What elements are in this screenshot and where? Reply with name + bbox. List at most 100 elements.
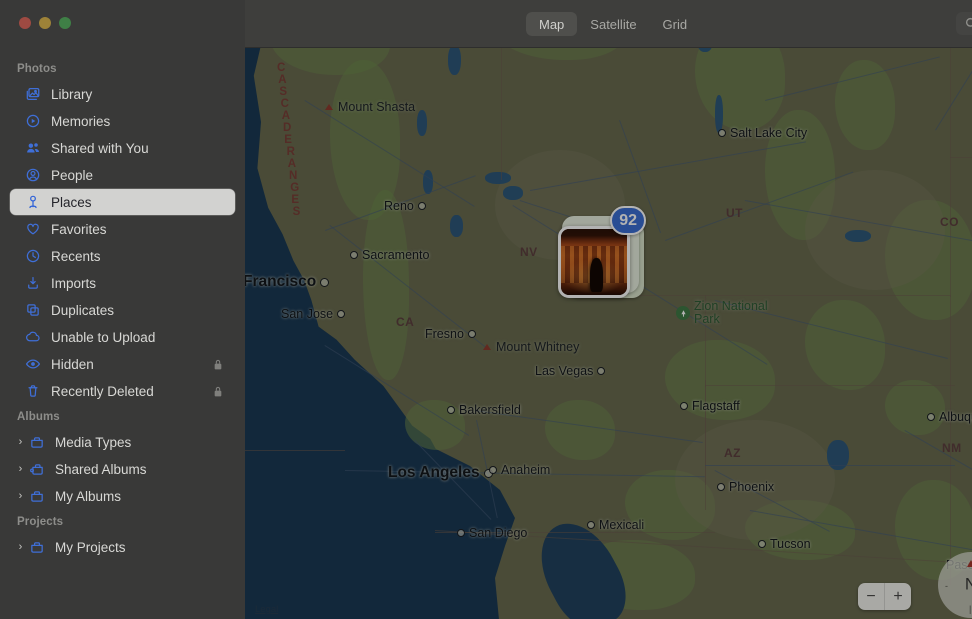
map-peak-label: Mount Shasta (325, 100, 415, 114)
map-state-abbr: NM (942, 441, 962, 455)
map-state-abbr: CO (940, 215, 959, 229)
map-canvas[interactable]: CASCADE RANGES Mount Shasta Salt Lake Cit… (245, 0, 972, 619)
sidebar: Photos Library Memories Shared with You Peop… (0, 0, 245, 619)
map-city-label: Salt Lake City (718, 126, 807, 140)
map-city-label: Reno (384, 199, 426, 213)
photos-app-window: Photos Library Memories Shared with You Peop… (0, 0, 972, 619)
terrain-forest (835, 60, 895, 150)
chevron-right-icon[interactable]: › (15, 463, 26, 475)
map-city-label: Sacramento (350, 248, 429, 262)
sidebar-item-label: Recents (51, 248, 101, 264)
peak-marker-icon (483, 344, 491, 350)
sidebar-item-label: Favorites (51, 221, 107, 237)
heart-icon (24, 220, 42, 238)
map-lake (845, 230, 871, 242)
map-view-tab-grid[interactable]: Grid (650, 12, 701, 36)
folder-icon (28, 538, 46, 556)
map-city-label: Phoenix (717, 480, 774, 494)
sidebar-item-unable-to-upload[interactable]: Unable to Upload (10, 324, 235, 350)
eye-slash-icon (24, 355, 42, 373)
peak-marker-icon (325, 104, 333, 110)
close-button[interactable] (19, 17, 31, 29)
photo-cluster-marker[interactable]: 92 (558, 206, 646, 298)
city-dot (320, 277, 330, 287)
cluster-photo-image (561, 229, 627, 295)
mountain-range-label: CASCADE RANGES (277, 62, 302, 218)
sidebar-item-people[interactable]: People (10, 162, 235, 188)
cluster-photo-thumbnail[interactable] (558, 226, 630, 298)
sidebar-item-favorites[interactable]: Favorites (10, 216, 235, 242)
sidebar-item-label: Library (51, 86, 93, 102)
person-circle-icon (24, 166, 42, 184)
import-arrow-icon (24, 274, 42, 292)
shared-people-icon (24, 139, 42, 157)
map-city-label: San Diego (457, 526, 527, 540)
sidebar-item-label: Unable to Upload (51, 329, 156, 345)
zoom-in-button[interactable]: + (885, 583, 911, 610)
zoom-button[interactable] (59, 17, 71, 29)
map-compass[interactable]: - - | N (938, 552, 972, 618)
map-view-tab-satellite[interactable]: Satellite (577, 12, 649, 36)
state-border (245, 450, 345, 451)
sidebar-item-recently-deleted[interactable]: Recently Deleted (10, 378, 235, 404)
chevron-right-icon[interactable]: › (15, 541, 26, 553)
city-dot (717, 483, 725, 491)
city-dot (350, 251, 358, 259)
sidebar-item-imports[interactable]: Imports (10, 270, 235, 296)
sidebar-item-label: Shared with You (51, 140, 149, 156)
sidebar-item-recents[interactable]: Recents (10, 243, 235, 269)
sidebar-item-duplicates[interactable]: Duplicates (10, 297, 235, 323)
legal-link[interactable]: Legal (255, 604, 278, 615)
map-city-label: San Jose (281, 307, 346, 321)
sidebar-item-hidden[interactable]: Hidden (10, 351, 235, 377)
map-state-abbr: NV (520, 245, 538, 259)
state-border (950, 157, 972, 158)
sidebar-item-shared-with-you[interactable]: Shared with You (10, 135, 235, 161)
folder-icon (28, 433, 46, 451)
search-field[interactable]: Search (956, 12, 972, 35)
city-dot (457, 529, 465, 537)
photos-library-icon (24, 85, 42, 103)
duplicates-icon (24, 301, 42, 319)
window-traffic-lights[interactable] (19, 17, 71, 29)
zoom-out-button[interactable]: − (858, 583, 884, 610)
map-city-label: Bakersfield (447, 403, 521, 417)
map-zoom-controls[interactable]: − + (858, 583, 911, 610)
map-lake (448, 45, 461, 75)
map-state-abbr: AZ (724, 446, 741, 460)
map-view-tab-map[interactable]: Map (526, 12, 578, 36)
trash-icon (24, 382, 42, 400)
chevron-right-icon[interactable]: › (15, 436, 26, 448)
map-park-label: Zion National Park (676, 300, 768, 326)
map-view-segmented-control[interactable]: Map Satellite Grid (526, 12, 700, 36)
sidebar-item-label: Shared Albums (55, 461, 147, 477)
city-dot (489, 466, 497, 474)
sidebar-scroll-area[interactable]: Photos Library Memories Shared with You Peop… (0, 0, 245, 560)
sidebar-item-my-albums[interactable]: › My Albums (10, 483, 235, 509)
minimize-button[interactable] (39, 17, 51, 29)
terrain-forest (885, 380, 945, 435)
sidebar-item-places[interactable]: Places (10, 189, 235, 215)
city-dot (337, 310, 346, 318)
sidebar-item-library[interactable]: Library (10, 81, 235, 107)
state-border (950, 47, 951, 297)
sidebar-item-shared-albums[interactable]: › Shared Albums (10, 456, 235, 482)
compass-north-needle (967, 560, 972, 567)
map-city-label: Tucson (758, 537, 811, 551)
terrain-forest (363, 190, 409, 380)
sidebar-item-label: People (51, 167, 94, 183)
map-pin-icon (24, 193, 42, 211)
map-city-label: Anaheim (489, 463, 550, 477)
map-pane[interactable]: CASCADE RANGES Mount Shasta Salt Lake Cit… (245, 0, 972, 619)
city-dot (758, 540, 766, 548)
sidebar-item-label: Memories (51, 113, 111, 129)
map-city-label: Fresno (425, 327, 476, 341)
state-border (950, 295, 951, 585)
sidebar-item-media-types[interactable]: › Media Types (10, 429, 235, 455)
sidebar-section-header: Projects (17, 516, 64, 528)
sidebar-item-my-projects[interactable]: › My Projects (10, 534, 235, 560)
shared-folder-icon (28, 460, 46, 478)
chevron-right-icon[interactable]: › (15, 490, 26, 502)
sidebar-item-memories[interactable]: Memories (10, 108, 235, 134)
map-lake (503, 186, 523, 200)
